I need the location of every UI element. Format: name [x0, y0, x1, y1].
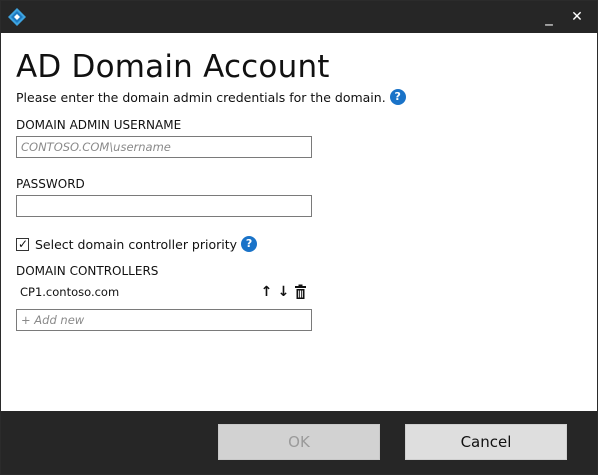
- move-up-icon[interactable]: ↑: [260, 284, 273, 300]
- help-icon[interactable]: ?: [241, 236, 258, 252]
- priority-checkbox-row[interactable]: ✓ Select domain controller priority ?: [16, 236, 258, 252]
- close-button[interactable]: ✕: [565, 5, 589, 29]
- page-title: AD Domain Account: [16, 49, 330, 85]
- list-item: CP1.contoso.com ↑ ↓: [20, 284, 307, 301]
- subtitle-text: Please enter the domain admin credential…: [16, 89, 386, 105]
- password-label: PASSWORD: [16, 177, 85, 191]
- dialog-footer: OK Cancel: [1, 411, 597, 474]
- controllers-label: DOMAIN CONTROLLERS: [16, 264, 159, 278]
- username-input[interactable]: [16, 136, 312, 158]
- move-down-icon[interactable]: ↓: [277, 284, 290, 300]
- ok-button[interactable]: OK: [218, 424, 380, 460]
- delete-icon[interactable]: [294, 284, 307, 300]
- checkmark-icon: ✓: [18, 236, 29, 251]
- dialog-window: _ ✕ AD Domain Account Please enter the d…: [0, 0, 598, 475]
- cancel-button[interactable]: Cancel: [405, 424, 567, 460]
- page-subtitle: Please enter the domain admin credential…: [16, 89, 406, 105]
- controller-name: CP1.contoso.com: [20, 285, 120, 299]
- priority-checkbox[interactable]: ✓: [16, 236, 29, 251]
- priority-checkbox-label: Select domain controller priority: [35, 236, 238, 252]
- username-label: DOMAIN ADMIN USERNAME: [16, 118, 182, 132]
- help-icon[interactable]: ?: [389, 89, 406, 105]
- title-bar[interactable]: _ ✕: [1, 1, 597, 33]
- add-controller-input[interactable]: [16, 309, 312, 331]
- controller-actions: ↑ ↓: [260, 284, 307, 300]
- azure-stack-logo-icon: [8, 8, 26, 26]
- minimize-button[interactable]: _: [537, 5, 561, 29]
- password-input[interactable]: [16, 195, 312, 217]
